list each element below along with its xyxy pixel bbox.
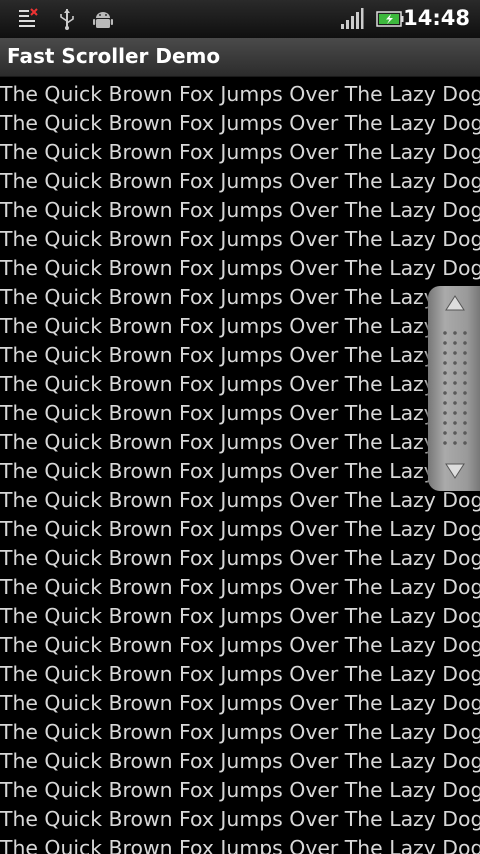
list-item[interactable]: The Quick Brown Fox Jumps Over The Lazy … (0, 776, 480, 805)
list-item[interactable]: The Quick Brown Fox Jumps Over The Lazy … (0, 805, 480, 834)
list-item[interactable]: The Quick Brown Fox Jumps Over The Lazy … (0, 515, 480, 544)
signal-icon (341, 8, 364, 29)
list-item[interactable]: The Quick Brown Fox Jumps Over The Lazy … (0, 544, 480, 573)
list-item[interactable]: The Quick Brown Fox Jumps Over The Lazy … (0, 254, 480, 283)
list-item[interactable]: The Quick Brown Fox Jumps Over The Lazy … (0, 138, 480, 167)
scroll-up-arrow-icon (445, 295, 465, 311)
list-item[interactable]: The Quick Brown Fox Jumps Over The Lazy … (0, 80, 480, 109)
list-item[interactable]: The Quick Brown Fox Jumps Over The Lazy … (0, 428, 480, 457)
notification-x-icon (19, 8, 38, 27)
list-item[interactable]: The Quick Brown Fox Jumps Over The Lazy … (0, 573, 480, 602)
list-item[interactable]: The Quick Brown Fox Jumps Over The Lazy … (0, 660, 480, 689)
list-item[interactable]: The Quick Brown Fox Jumps Over The Lazy … (0, 602, 480, 631)
list-item[interactable]: The Quick Brown Fox Jumps Over The Lazy … (0, 312, 480, 341)
list-item[interactable]: The Quick Brown Fox Jumps Over The Lazy … (0, 689, 480, 718)
android-debug-icon (93, 12, 113, 28)
app-title: Fast Scroller Demo (7, 44, 221, 68)
scroll-down-arrow-icon (445, 463, 465, 479)
list-item[interactable]: The Quick Brown Fox Jumps Over The Lazy … (0, 747, 480, 776)
list-item[interactable]: The Quick Brown Fox Jumps Over The Lazy … (0, 109, 480, 138)
list-item[interactable]: The Quick Brown Fox Jumps Over The Lazy … (0, 167, 480, 196)
list-item[interactable]: The Quick Brown Fox Jumps Over The Lazy … (0, 457, 480, 486)
fast-scroller-thumb[interactable] (428, 286, 480, 491)
list-item[interactable]: The Quick Brown Fox Jumps Over The Lazy … (0, 486, 480, 515)
list-item[interactable]: The Quick Brown Fox Jumps Over The Lazy … (0, 399, 480, 428)
list-view[interactable]: The Quick Brown Fox Jumps Over The Lazy … (0, 80, 480, 854)
title-bar: Fast Scroller Demo (0, 38, 480, 77)
battery-charging-icon (376, 11, 404, 27)
list-item[interactable]: The Quick Brown Fox Jumps Over The Lazy … (0, 196, 480, 225)
grip-dots-icon (440, 328, 470, 446)
list-item[interactable]: The Quick Brown Fox Jumps Over The Lazy … (0, 341, 480, 370)
usb-icon (60, 9, 74, 30)
status-time: 14:48 (403, 6, 470, 30)
list-item[interactable]: The Quick Brown Fox Jumps Over The Lazy … (0, 283, 480, 312)
list-item[interactable]: The Quick Brown Fox Jumps Over The Lazy … (0, 834, 480, 854)
status-bar: 14:48 (0, 0, 480, 39)
list-item[interactable]: The Quick Brown Fox Jumps Over The Lazy … (0, 225, 480, 254)
list-item[interactable]: The Quick Brown Fox Jumps Over The Lazy … (0, 370, 480, 399)
list-item[interactable]: The Quick Brown Fox Jumps Over The Lazy … (0, 718, 480, 747)
list-item[interactable]: The Quick Brown Fox Jumps Over The Lazy … (0, 631, 480, 660)
